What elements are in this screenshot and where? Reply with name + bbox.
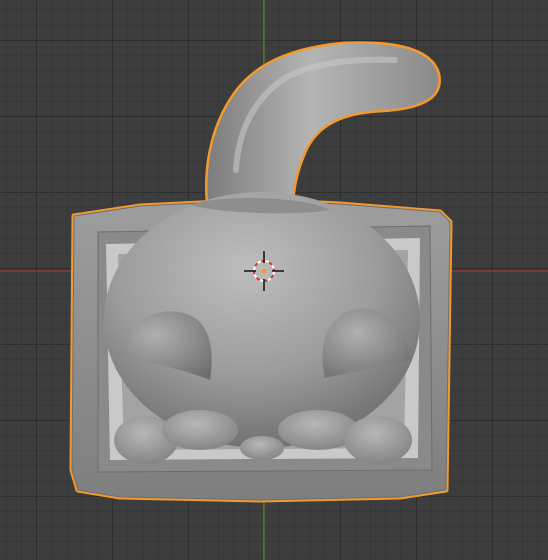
cat-nose <box>240 436 284 460</box>
cat-paw-mid-left <box>162 410 238 450</box>
3d-viewport[interactable] <box>0 0 548 560</box>
cat-paw-right <box>344 416 412 464</box>
cat-tail <box>207 43 439 205</box>
viewport-scene <box>0 0 548 560</box>
cat-box-model[interactable] <box>69 41 453 503</box>
